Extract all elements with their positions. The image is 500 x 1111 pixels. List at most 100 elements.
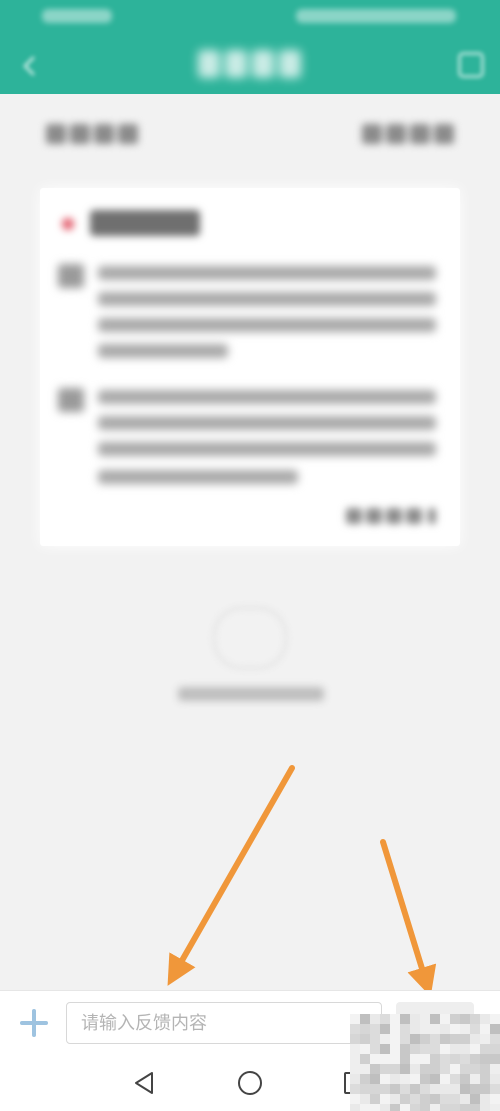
mosaic-cell (490, 1084, 500, 1094)
mosaic-cell (370, 1034, 380, 1044)
mosaic-cell (450, 1064, 460, 1074)
mosaic-cell (410, 1044, 420, 1054)
mosaic-cell (370, 1084, 380, 1094)
mosaic-cell (360, 1084, 370, 1094)
mosaic-cell (440, 1084, 450, 1094)
mosaic-watermark (350, 1014, 500, 1111)
mosaic-cell (490, 1064, 500, 1074)
mosaic-cell (480, 1094, 490, 1104)
mosaic-cell (410, 1094, 420, 1104)
mosaic-cell (420, 1104, 430, 1111)
mosaic-cell (350, 1064, 360, 1074)
mosaic-cell (390, 1104, 400, 1111)
faq-item[interactable] (58, 388, 438, 488)
chevron-left-icon[interactable] (16, 52, 44, 80)
mosaic-cell (450, 1044, 460, 1054)
mosaic-cell (390, 1024, 400, 1034)
mosaic-cell (490, 1014, 500, 1024)
plus-icon[interactable] (20, 1009, 48, 1037)
mosaic-cell (370, 1074, 380, 1084)
faq-card (40, 188, 460, 546)
status-left-info (42, 9, 112, 23)
mosaic-cell (380, 1014, 390, 1024)
mosaic-cell (380, 1074, 390, 1084)
mosaic-cell (410, 1054, 420, 1064)
mosaic-cell (400, 1034, 410, 1044)
mosaic-cell (490, 1024, 500, 1034)
more-questions-link[interactable] (346, 506, 438, 526)
faq-item[interactable] (58, 264, 438, 360)
mosaic-cell (440, 1014, 450, 1024)
mosaic-cell (470, 1034, 480, 1044)
mosaic-cell (420, 1054, 430, 1064)
feedback-input[interactable] (66, 1002, 382, 1044)
mosaic-cell (490, 1094, 500, 1104)
tab-right-blurred[interactable] (350, 122, 454, 146)
mosaic-cell (460, 1074, 470, 1084)
mosaic-cell (380, 1094, 390, 1104)
mosaic-cell (400, 1014, 410, 1024)
mosaic-cell (390, 1074, 400, 1084)
hot-dot-icon (62, 218, 74, 230)
mosaic-cell (360, 1104, 370, 1111)
mosaic-cell (380, 1044, 390, 1054)
mosaic-cell (350, 1074, 360, 1084)
mosaic-cell (420, 1034, 430, 1044)
mosaic-cell (370, 1054, 380, 1064)
mosaic-cell (400, 1074, 410, 1084)
mosaic-cell (400, 1084, 410, 1094)
mosaic-cell (470, 1024, 480, 1034)
mosaic-cell (350, 1014, 360, 1024)
mosaic-cell (490, 1074, 500, 1084)
mosaic-cell (430, 1034, 440, 1044)
mosaic-cell (370, 1104, 380, 1111)
mosaic-cell (430, 1044, 440, 1054)
mosaic-cell (470, 1044, 480, 1054)
mosaic-cell (440, 1044, 450, 1054)
grid-icon[interactable] (458, 52, 484, 78)
mosaic-cell (420, 1064, 430, 1074)
arrow-to-send (380, 839, 437, 997)
mosaic-cell (410, 1034, 420, 1044)
mosaic-cell (360, 1094, 370, 1104)
mosaic-cell (450, 1084, 460, 1094)
mosaic-cell (400, 1024, 410, 1034)
mosaic-cell (470, 1054, 480, 1064)
mosaic-cell (490, 1054, 500, 1064)
mosaic-cell (400, 1064, 410, 1074)
mosaic-cell (360, 1014, 370, 1024)
mosaic-cell (440, 1024, 450, 1034)
mosaic-cell (450, 1074, 460, 1084)
annotation-arrows (167, 765, 437, 997)
mosaic-cell (410, 1084, 420, 1094)
mosaic-cell (350, 1094, 360, 1104)
mosaic-cell (380, 1064, 390, 1074)
mosaic-cell (440, 1074, 450, 1084)
empty-state-text-blurred (178, 684, 324, 706)
mosaic-cell (490, 1034, 500, 1044)
mosaic-cell (480, 1024, 490, 1034)
circle-home-icon[interactable] (238, 1071, 262, 1095)
mosaic-cell (430, 1104, 440, 1111)
mosaic-cell (350, 1104, 360, 1111)
mosaic-cell (480, 1074, 490, 1084)
mosaic-cell (410, 1074, 420, 1084)
mosaic-cell (460, 1044, 470, 1054)
mosaic-cell (480, 1054, 490, 1064)
mosaic-cell (370, 1064, 380, 1074)
triangle-back-icon[interactable] (132, 1070, 156, 1096)
mosaic-cell (380, 1104, 390, 1111)
mosaic-cell (430, 1074, 440, 1084)
mosaic-cell (360, 1054, 370, 1064)
mosaic-cell (440, 1064, 450, 1074)
mosaic-cell (350, 1084, 360, 1094)
mosaic-cell (370, 1094, 380, 1104)
mosaic-cell (490, 1044, 500, 1054)
mosaic-cell (430, 1094, 440, 1104)
mosaic-cell (390, 1084, 400, 1094)
page-title-blurred (198, 50, 302, 78)
tab-left-blurred[interactable] (46, 122, 150, 146)
mosaic-cell (360, 1034, 370, 1044)
mosaic-cell (400, 1104, 410, 1111)
mosaic-cell (390, 1044, 400, 1054)
